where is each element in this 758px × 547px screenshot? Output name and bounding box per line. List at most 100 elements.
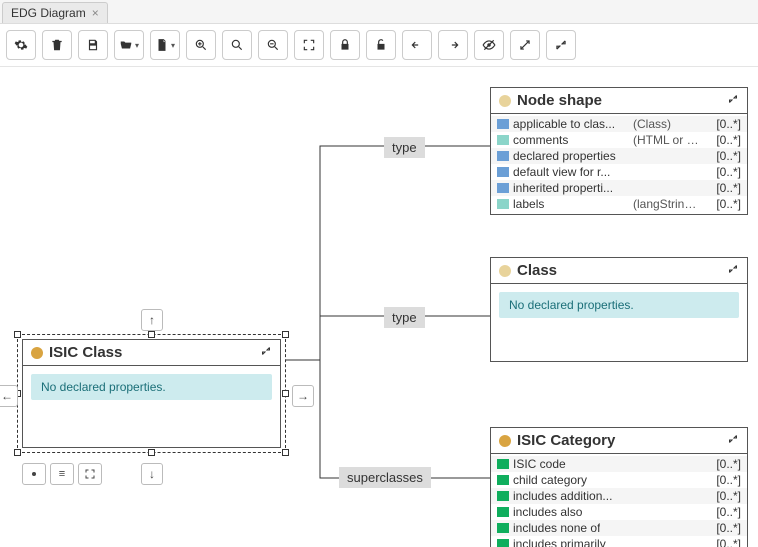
property-cardinality: [0..*] bbox=[703, 133, 741, 147]
node-class[interactable]: Class No declared properties. bbox=[490, 257, 748, 362]
collapse-icon[interactable] bbox=[727, 433, 739, 448]
node-header: Class bbox=[491, 258, 747, 284]
property-name: includes addition... bbox=[513, 489, 612, 503]
property-row[interactable]: inherited properti... [0..*] bbox=[491, 180, 747, 196]
property-type-icon bbox=[497, 199, 509, 209]
edge-label-type-1[interactable]: type bbox=[384, 137, 425, 158]
node-body: No declared properties. bbox=[491, 284, 747, 326]
property-row[interactable]: applicable to clas...(Class)[0..*] bbox=[491, 116, 747, 132]
node-isic-category[interactable]: ISIC Category ISIC code[0..*]child categ… bbox=[490, 427, 748, 547]
collapse-icon[interactable] bbox=[727, 263, 739, 278]
node-title: ISIC Class bbox=[49, 344, 254, 361]
property-cardinality: [0..*] bbox=[703, 197, 741, 211]
property-cardinality: [0..*] bbox=[703, 457, 741, 471]
property-cardinality: [0..*] bbox=[703, 505, 741, 519]
node-list-button[interactable]: ≡ bbox=[50, 463, 74, 485]
node-body: No declared properties. bbox=[23, 366, 280, 408]
redo-button[interactable] bbox=[438, 30, 468, 60]
property-cardinality: [0..*] bbox=[703, 181, 741, 195]
close-icon[interactable]: × bbox=[92, 6, 99, 20]
property-type-icon bbox=[497, 167, 509, 177]
property-type-icon bbox=[497, 475, 509, 485]
tab-label: EDG Diagram bbox=[11, 6, 86, 20]
property-list: applicable to clas...(Class)[0..*]commen… bbox=[491, 114, 747, 214]
property-name: inherited properti... bbox=[513, 181, 613, 195]
property-cardinality: [0..*] bbox=[703, 149, 741, 163]
undo-button[interactable] bbox=[402, 30, 432, 60]
fit-button[interactable] bbox=[294, 30, 324, 60]
property-name: child category bbox=[513, 473, 587, 487]
property-cardinality: [0..*] bbox=[703, 489, 741, 503]
no-properties-msg: No declared properties. bbox=[31, 374, 272, 400]
node-fit-button[interactable] bbox=[78, 463, 102, 485]
property-cardinality: [0..*] bbox=[703, 117, 741, 131]
property-list: ISIC code[0..*]child category[0..*]inclu… bbox=[491, 454, 747, 547]
property-cardinality: [0..*] bbox=[703, 521, 741, 535]
expand-button[interactable] bbox=[510, 30, 540, 60]
diagram-canvas[interactable]: type type superclasses ISIC Class No dec… bbox=[0, 67, 758, 547]
lock-button[interactable] bbox=[330, 30, 360, 60]
collapse-icon[interactable] bbox=[260, 345, 272, 360]
property-cardinality: [0..*] bbox=[703, 473, 741, 487]
hide-button[interactable] bbox=[474, 30, 504, 60]
property-type-icon bbox=[497, 523, 509, 533]
property-row[interactable]: includes also[0..*] bbox=[491, 504, 747, 520]
nav-right-button[interactable]: → bbox=[292, 385, 314, 407]
node-header: Node shape bbox=[491, 88, 747, 114]
zoom-out-button[interactable] bbox=[258, 30, 288, 60]
node-node-shape[interactable]: Node shape applicable to clas...(Class)[… bbox=[490, 87, 748, 215]
open-button[interactable]: ▾ bbox=[114, 30, 144, 60]
property-name: ISIC code bbox=[513, 457, 566, 471]
property-row[interactable]: labels (langString or stri... [0..*] bbox=[491, 196, 747, 212]
property-name: labels bbox=[513, 197, 623, 211]
node-isic-class[interactable]: ISIC Class No declared properties. bbox=[22, 339, 281, 448]
property-type-icon bbox=[497, 183, 509, 193]
property-row[interactable]: comments(HTML or langStri...[0..*] bbox=[491, 132, 747, 148]
nav-up-button[interactable]: ↑ bbox=[141, 309, 163, 331]
node-title: ISIC Category bbox=[517, 432, 721, 449]
node-title: Class bbox=[517, 262, 721, 279]
property-row[interactable]: default view for r... [0..*] bbox=[491, 164, 747, 180]
unlock-button[interactable] bbox=[366, 30, 396, 60]
class-dot-icon bbox=[31, 347, 43, 359]
property-type-icon bbox=[497, 539, 509, 547]
delete-button[interactable] bbox=[42, 30, 72, 60]
property-row[interactable]: declared properties [0..*] bbox=[491, 148, 747, 164]
edge-label-type-2[interactable]: type bbox=[384, 307, 425, 328]
nav-down-button[interactable]: ↓ bbox=[141, 463, 163, 485]
property-cardinality: [0..*] bbox=[703, 537, 741, 547]
property-name: default view for r... bbox=[513, 165, 610, 179]
new-doc-button[interactable]: ▾ bbox=[150, 30, 180, 60]
property-row[interactable]: includes primarily [0..*] bbox=[491, 536, 747, 547]
property-cardinality: [0..*] bbox=[703, 165, 741, 179]
node-settings-button[interactable] bbox=[22, 463, 46, 485]
property-type: (langString or stri... bbox=[627, 197, 699, 211]
shape-dot-icon bbox=[499, 95, 511, 107]
collapse-button[interactable] bbox=[546, 30, 576, 60]
save-button[interactable] bbox=[78, 30, 108, 60]
edge-label-superclasses[interactable]: superclasses bbox=[339, 467, 431, 488]
property-type-icon bbox=[497, 507, 509, 517]
property-row[interactable]: child category [0..*] bbox=[491, 472, 747, 488]
zoom-in-button[interactable] bbox=[186, 30, 216, 60]
node-mini-toolbar: ≡ bbox=[22, 463, 102, 485]
property-name: declared properties bbox=[513, 149, 616, 163]
no-properties-msg: No declared properties. bbox=[499, 292, 739, 318]
tab-edg-diagram[interactable]: EDG Diagram × bbox=[2, 2, 108, 23]
property-name: includes primarily bbox=[513, 537, 606, 547]
property-type-icon bbox=[497, 151, 509, 161]
property-row[interactable]: includes none of[0..*] bbox=[491, 520, 747, 536]
zoom-reset-button[interactable] bbox=[222, 30, 252, 60]
property-name: applicable to clas... bbox=[513, 117, 623, 131]
collapse-icon[interactable] bbox=[727, 93, 739, 108]
node-header: ISIC Category bbox=[491, 428, 747, 454]
shape-dot-icon bbox=[499, 265, 511, 277]
settings-button[interactable] bbox=[6, 30, 36, 60]
nav-left-button[interactable]: ← bbox=[0, 385, 18, 407]
tab-bar: EDG Diagram × bbox=[0, 0, 758, 24]
property-type-icon bbox=[497, 459, 509, 469]
property-type-icon bbox=[497, 135, 509, 145]
property-row[interactable]: ISIC code [0..*] bbox=[491, 456, 747, 472]
toolbar: ▾ ▾ bbox=[0, 24, 758, 67]
property-row[interactable]: includes addition... [0..*] bbox=[491, 488, 747, 504]
